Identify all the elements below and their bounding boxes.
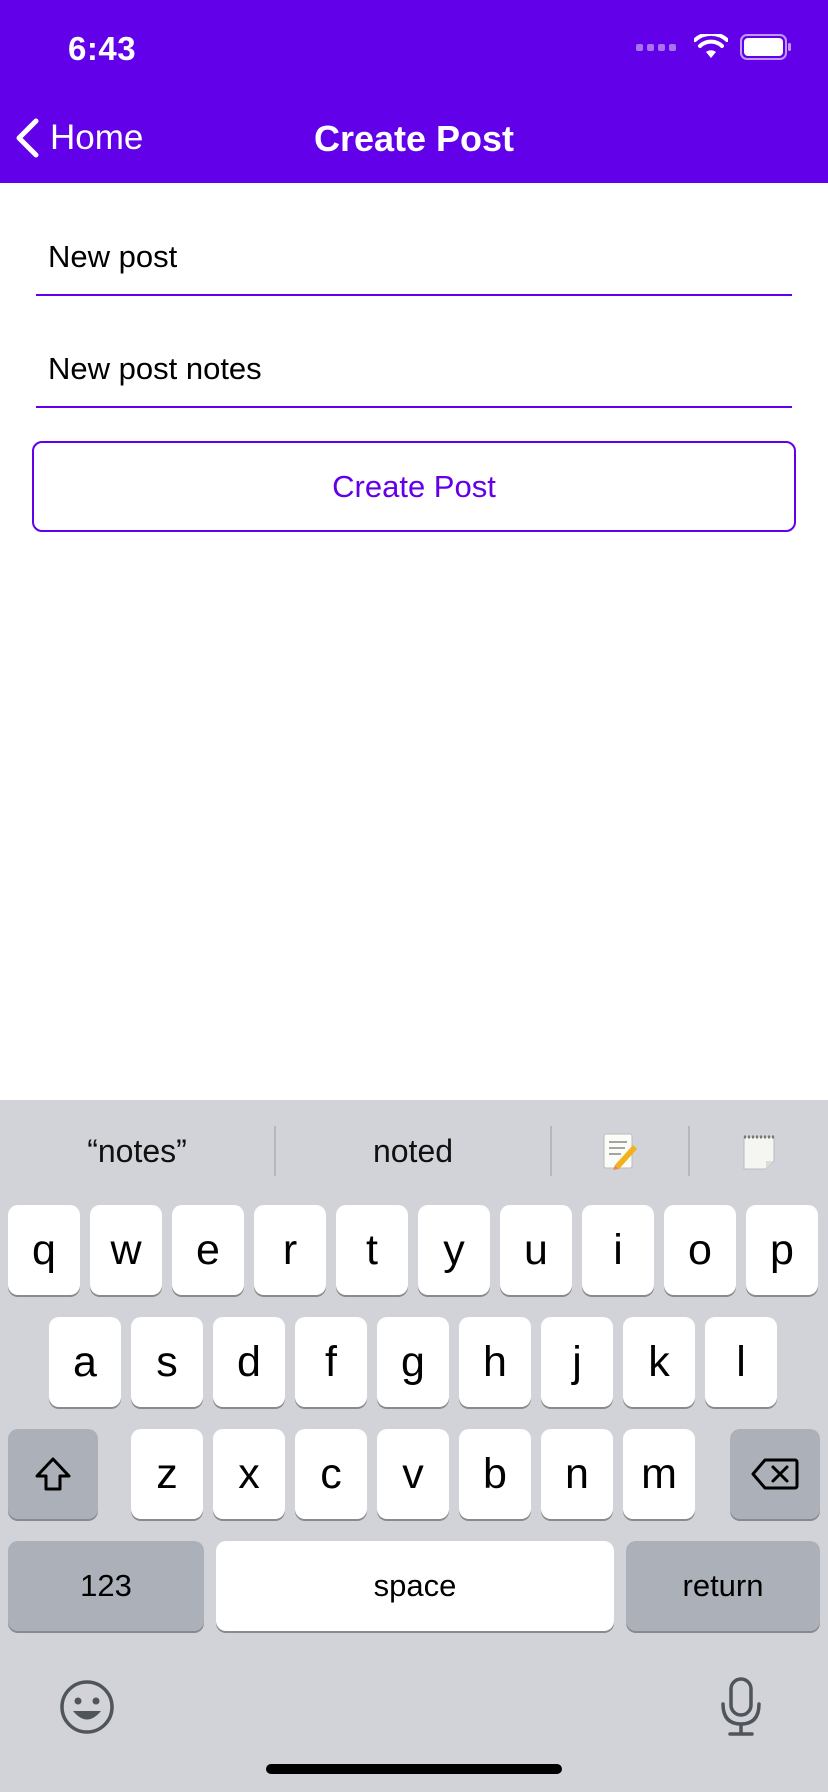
- key-d[interactable]: d: [213, 1317, 285, 1407]
- cellular-signal-icon: [636, 43, 676, 51]
- key-o[interactable]: o: [664, 1205, 736, 1295]
- key-m[interactable]: m: [623, 1429, 695, 1519]
- suggestion-bar: “notes” noted: [0, 1100, 828, 1200]
- key-f[interactable]: f: [295, 1317, 367, 1407]
- suggestion-item[interactable]: noted: [276, 1126, 550, 1176]
- return-key[interactable]: return: [626, 1541, 820, 1631]
- space-key[interactable]: space: [216, 1541, 614, 1631]
- key-x[interactable]: x: [213, 1429, 285, 1519]
- key-j[interactable]: j: [541, 1317, 613, 1407]
- key-e[interactable]: e: [172, 1205, 244, 1295]
- key-a[interactable]: a: [49, 1317, 121, 1407]
- key-z[interactable]: z: [131, 1429, 203, 1519]
- status-icons: [636, 34, 792, 60]
- key-t[interactable]: t: [336, 1205, 408, 1295]
- battery-icon: [740, 34, 791, 60]
- key-c[interactable]: c: [295, 1429, 367, 1519]
- on-screen-keyboard: “notes” noted q w e r t y u i o p a s d …: [0, 1100, 828, 1792]
- wifi-icon: [694, 34, 728, 58]
- microphone-icon[interactable]: [716, 1676, 766, 1743]
- suggestion-item[interactable]: “notes”: [0, 1126, 274, 1176]
- app-header: 6:43 Home Create Post: [0, 0, 828, 183]
- key-h[interactable]: h: [459, 1317, 531, 1407]
- shift-key[interactable]: [8, 1429, 98, 1519]
- notepad-emoji-icon[interactable]: [690, 1126, 828, 1176]
- key-w[interactable]: w: [90, 1205, 162, 1295]
- back-button-label: Home: [50, 118, 144, 157]
- shift-icon: [35, 1457, 71, 1491]
- status-time: 6:43: [68, 30, 137, 67]
- key-k[interactable]: k: [623, 1317, 695, 1407]
- back-button[interactable]: Home: [14, 118, 143, 158]
- key-q[interactable]: q: [8, 1205, 80, 1295]
- home-indicator: [266, 1764, 562, 1774]
- chevron-left-icon: [16, 118, 39, 158]
- post-title-input[interactable]: [36, 220, 792, 296]
- numbers-key[interactable]: 123: [8, 1541, 204, 1631]
- key-l[interactable]: l: [705, 1317, 777, 1407]
- key-y[interactable]: y: [418, 1205, 490, 1295]
- key-u[interactable]: u: [500, 1205, 572, 1295]
- key-n[interactable]: n: [541, 1429, 613, 1519]
- memo-emoji-icon[interactable]: [552, 1126, 688, 1176]
- key-r[interactable]: r: [254, 1205, 326, 1295]
- backspace-icon: [751, 1458, 799, 1490]
- key-i[interactable]: i: [582, 1205, 654, 1295]
- key-s[interactable]: s: [131, 1317, 203, 1407]
- delete-key[interactable]: [730, 1429, 820, 1519]
- key-v[interactable]: v: [377, 1429, 449, 1519]
- emoji-icon[interactable]: [58, 1678, 116, 1741]
- key-p[interactable]: p: [746, 1205, 818, 1295]
- key-b[interactable]: b: [459, 1429, 531, 1519]
- create-post-button[interactable]: Create Post: [32, 441, 796, 532]
- key-g[interactable]: g: [377, 1317, 449, 1407]
- post-notes-input[interactable]: [36, 332, 792, 408]
